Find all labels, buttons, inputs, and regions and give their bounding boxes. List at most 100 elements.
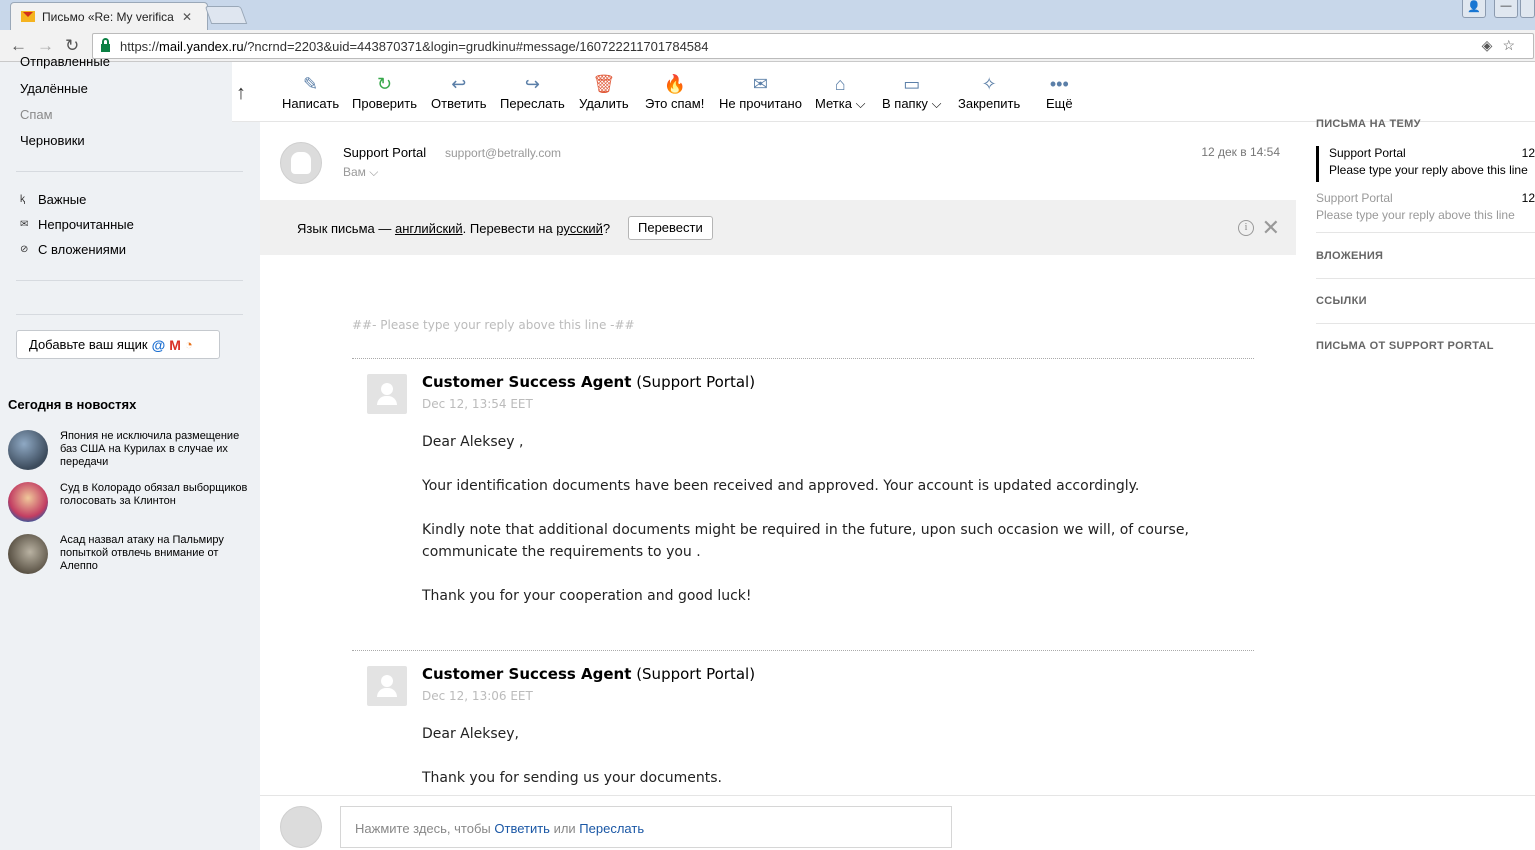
maximize-icon[interactable] [1520, 0, 1535, 18]
important-icon: ⱪ [20, 194, 25, 205]
trash-icon: 🗑 [592, 74, 616, 94]
folder-deleted[interactable]: Удалённые [20, 81, 88, 96]
label-dropdown-button[interactable]: ⌂ Метка ⌵ [815, 72, 865, 112]
folder-spam[interactable]: Спам [20, 107, 53, 122]
translate-bar: Язык письма — английский. Перевести на р… [260, 200, 1296, 255]
compose-button[interactable]: ✎ Написать [282, 72, 339, 111]
divider [352, 358, 1254, 359]
source-language-link[interactable]: английский [395, 221, 463, 236]
tab-close-icon[interactable]: ✕ [182, 10, 192, 24]
add-mailbox-button[interactable]: Добавьте ваш ящик @ M ◔ [16, 330, 220, 359]
more-icon: ••• [1049, 74, 1069, 94]
check-mail-button[interactable]: ↻ Проверить [352, 72, 417, 111]
quick-reply-input[interactable]: Нажмите здесь, чтобы Ответить или Пересл… [340, 806, 952, 848]
pin-icon: ✧ [981, 74, 997, 94]
browser-tab-bar: Письмо «Re: My verificat ✕ 👤 — [0, 0, 1535, 30]
forward-link[interactable]: Переслать [579, 821, 644, 836]
divider [352, 650, 1254, 651]
news-heading: Сегодня в новостях [8, 397, 137, 412]
minimize-icon[interactable]: — [1494, 0, 1518, 18]
refresh-icon: ↻ [376, 74, 393, 94]
sender-avatar [280, 142, 322, 184]
gmail-icon: M [169, 336, 181, 353]
paragraph: Kindly note that additional documents mi… [422, 522, 1189, 560]
more-button[interactable]: ••• Ещё [1046, 72, 1073, 111]
agent-avatar [367, 374, 407, 414]
mark-unread-button[interactable]: ✉ Не прочитано [719, 72, 802, 111]
message-header: Support Portal support@betrally.com Вам … [260, 122, 1296, 200]
divider [16, 280, 243, 281]
close-icon[interactable]: ✕ [1262, 215, 1280, 241]
forward-button[interactable]: ↪ Переслать [500, 72, 565, 111]
yandex-mail-favicon-icon [21, 11, 35, 22]
thread-heading: ПИСЬМА НА ТЕМУ [1316, 118, 1421, 130]
filter-attachments[interactable]: ⊘ С вложениями [20, 242, 126, 257]
paragraph: Dear Aleksey, [422, 726, 520, 742]
recipient-toggle[interactable]: Вам ⌵ [343, 165, 378, 180]
back-arrow-icon[interactable]: ← [10, 36, 27, 56]
folder-sent[interactable]: Отправленные [20, 54, 110, 69]
sender-email[interactable]: support@betrally.com [445, 146, 561, 160]
move-to-folder-button[interactable]: ▭ В папку ⌵ [882, 72, 941, 112]
target-language-link[interactable]: русский [556, 221, 603, 236]
spam-button[interactable]: 🔥 Это спам! [645, 72, 704, 111]
forward-icon: ↪ [524, 74, 540, 94]
left-sidebar: Отправленные Удалённые Спам Черновики ⱪ … [0, 54, 260, 850]
sender-name[interactable]: Support Portal [343, 145, 426, 160]
reply-button[interactable]: ↩ Ответить [431, 72, 487, 111]
attachment-icon: ⊘ [20, 244, 29, 255]
divider [16, 171, 243, 172]
thread-item[interactable]: Support Portal Please type your reply ab… [1316, 191, 1535, 227]
info-icon[interactable]: i [1238, 220, 1254, 236]
unread-icon: ✉ [20, 219, 29, 230]
spam-fire-icon: 🔥 [663, 74, 686, 94]
sender-letters-section[interactable]: ПИСЬМА ОТ SUPPORT PORTAL [1316, 340, 1494, 352]
url-text: https://mail.yandex.ru/?ncrnd=2203&uid=4… [120, 38, 709, 54]
right-panel: ПИСЬМА НА ТЕМУ Support Portal Please typ… [1296, 118, 1535, 795]
reply-marker: ##- Please type your reply above this li… [352, 318, 635, 332]
new-tab-button[interactable] [204, 6, 248, 24]
browser-tab[interactable]: Письмо «Re: My verificat ✕ [10, 2, 208, 30]
translate-text: Язык письма — английский. Перевести на р… [297, 221, 611, 236]
paragraph: Your identification documents have been … [422, 478, 1140, 494]
filter-unread[interactable]: ✉ Непрочитанные [20, 217, 134, 232]
news-thumbnail [8, 534, 48, 574]
agent-name: Customer Success Agent (Support Portal) [422, 665, 756, 683]
news-item[interactable]: Асад назвал атаку на Пальмиру попыткой о… [8, 534, 253, 574]
url-input[interactable]: https://mail.yandex.ru/?ncrnd=2203&uid=4… [92, 33, 1534, 59]
rambler-icon: ◔ [184, 337, 193, 352]
agent-name: Customer Success Agent (Support Portal) [422, 373, 756, 391]
entry-date: Dec 12, 13:06 EET [422, 689, 533, 703]
filter-important[interactable]: ⱪ Важные [20, 192, 86, 207]
divider [1316, 278, 1535, 279]
translate-button[interactable]: Перевести [628, 216, 713, 240]
chevron-down-icon: ⌵ [855, 96, 866, 111]
tab-title: Письмо «Re: My verificat [42, 9, 174, 24]
delete-button[interactable]: 🗑 Удалить [579, 72, 629, 111]
links-section[interactable]: ССЫЛКИ [1316, 295, 1367, 307]
address-bar: ← → ↻ https://mail.yandex.ru/?ncrnd=2203… [0, 30, 1535, 62]
paragraph: Thank you for sending us your documents. [422, 770, 723, 786]
news-item[interactable]: Суд в Колорадо обязал выборщиков голосов… [8, 482, 253, 522]
paragraph: Thank you for your cooperation and good … [422, 588, 752, 604]
reply-icon: ↩ [451, 74, 467, 94]
user-profile-icon[interactable]: 👤 [1462, 0, 1486, 18]
news-item[interactable]: Япония не исключила размещение баз США н… [8, 430, 253, 470]
scroll-up-arrow-icon[interactable]: ↑ [236, 82, 246, 105]
bookmark-star-icon[interactable]: ◈☆ [1482, 37, 1525, 54]
thread-item[interactable]: Support Portal Please type your reply ab… [1316, 146, 1535, 182]
attachments-section[interactable]: ВЛОЖЕНИЯ [1316, 250, 1383, 262]
folder-icon: ▭ [903, 74, 921, 94]
folder-drafts[interactable]: Черновики [20, 133, 85, 148]
forward-arrow-icon[interactable]: → [37, 36, 54, 56]
mail-toolbar: ↑ ✎ Написать ↻ Проверить ↩ Ответить ↪ Пе… [232, 62, 1535, 122]
entry-date: Dec 12, 13:54 EET [422, 397, 533, 411]
news-thumbnail [8, 430, 48, 470]
reply-link[interactable]: Ответить [494, 821, 550, 836]
chevron-down-icon: ⌵ [369, 165, 379, 179]
reload-icon[interactable]: ↻ [65, 36, 79, 56]
divider [16, 314, 243, 315]
secure-lock-icon [101, 38, 110, 52]
quick-reply-bar: Нажмите здесь, чтобы Ответить или Пересл… [260, 795, 1535, 850]
pin-button[interactable]: ✧ Закрепить [958, 72, 1020, 111]
